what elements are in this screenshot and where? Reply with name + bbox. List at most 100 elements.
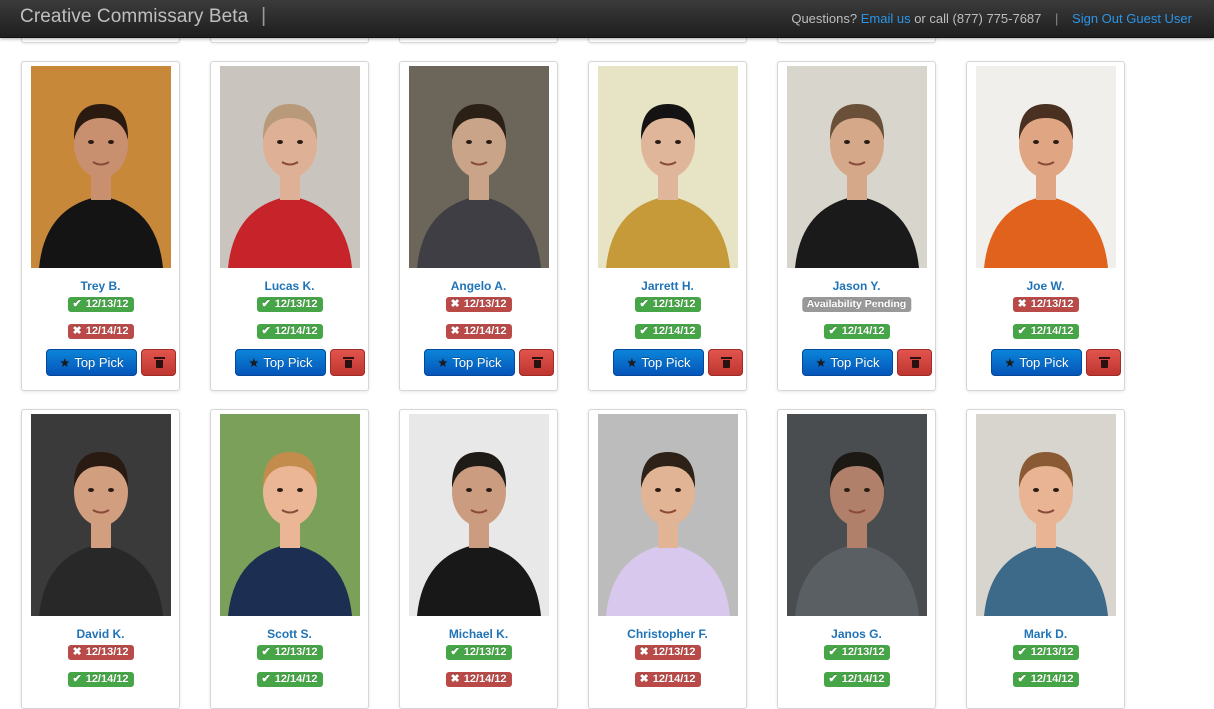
headshot-photo	[409, 414, 549, 616]
date-label: 12/13/12	[1030, 646, 1074, 658]
trash-body	[1101, 360, 1108, 368]
top-pick-button[interactable]: ★ Top Pick	[46, 349, 137, 376]
talent-name-link[interactable]: Lucas K.	[211, 279, 368, 293]
date-status-badge: ✔ 12/14/12	[823, 672, 890, 687]
date-status-badge: ✖ 12/14/12	[634, 672, 701, 687]
trash-lid	[910, 357, 921, 359]
trash-icon	[343, 357, 354, 368]
date-label: 12/13/12	[85, 646, 129, 658]
talent-card: Angelo A. ✖ 12/13/12 ✖ 12/14/12 ★ Top Pick	[399, 61, 558, 391]
top-pick-button[interactable]: ★ Top Pick	[802, 349, 893, 376]
trash-body	[345, 360, 352, 368]
delete-button[interactable]	[708, 349, 743, 376]
headshot-photo	[598, 66, 738, 268]
top-pick-button[interactable]: ★ Top Pick	[424, 349, 515, 376]
talent-name-link[interactable]: Trey B.	[22, 279, 179, 293]
talent-photo[interactable]	[409, 66, 549, 268]
date-label: 12/13/12	[274, 298, 318, 310]
talent-name-link[interactable]: David K.	[22, 627, 179, 641]
talent-name-link[interactable]: Mark D.	[967, 627, 1124, 641]
talent-name-link[interactable]: Scott S.	[211, 627, 368, 641]
date-status-badge: ✔ 12/13/12	[67, 297, 134, 312]
headshot-photo	[409, 66, 549, 268]
trash-body	[156, 360, 163, 368]
talent-photo[interactable]	[787, 414, 927, 616]
talent-name-link[interactable]: Joe W.	[967, 279, 1124, 293]
talent-photo[interactable]	[787, 66, 927, 268]
date-label: 12/13/12	[652, 646, 696, 658]
check-icon: ✔	[450, 646, 460, 658]
talent-name-link[interactable]: Janos G.	[778, 627, 935, 641]
date-status-badge: ✔ 12/13/12	[823, 645, 890, 660]
check-icon: ✔	[1017, 673, 1027, 685]
x-icon: ✖	[72, 325, 82, 337]
talent-photo[interactable]	[976, 66, 1116, 268]
talent-card: Trey B. ✔ 12/13/12 ✖ 12/14/12 ★ Top Pick	[21, 61, 180, 391]
trash-icon	[910, 357, 921, 368]
sign-out-link[interactable]: Sign Out Guest User	[1072, 11, 1192, 26]
headshot-photo	[31, 414, 171, 616]
talent-photo[interactable]	[598, 66, 738, 268]
talent-photo[interactable]	[598, 414, 738, 616]
talent-card: Jason Y. Availability Pending ✔ 12/14/12 ★ To…	[777, 61, 936, 391]
talent-photo[interactable]	[31, 66, 171, 268]
top-pick-button[interactable]: ★ Top Pick	[991, 349, 1082, 376]
talent-name-link[interactable]: Jason Y.	[778, 279, 935, 293]
date-status-badge: ✖ 12/14/12	[445, 672, 512, 687]
talent-card: Jarrett H. ✔ 12/13/12 ✔ 12/14/12 ★ Top Pick	[588, 61, 747, 391]
check-icon: ✔	[261, 298, 271, 310]
date-label: 12/14/12	[85, 325, 129, 337]
top-pick-button[interactable]: ★ Top Pick	[235, 349, 326, 376]
x-icon: ✖	[639, 673, 649, 685]
date-label: 12/14/12	[1030, 673, 1074, 685]
delete-button[interactable]	[330, 349, 365, 376]
date-label: 12/14/12	[841, 325, 885, 337]
date-status-badge: ✖ 12/13/12	[634, 645, 701, 660]
talent-card: Christopher F. ✖ 12/13/12 ✖ 12/14/12	[588, 409, 747, 709]
top-navbar: Creative Commissary Beta | Questions? Em…	[0, 0, 1214, 38]
talent-photo[interactable]	[409, 414, 549, 616]
talent-photo[interactable]	[220, 66, 360, 268]
trash-lid	[343, 357, 354, 359]
delete-button[interactable]	[141, 349, 176, 376]
date-label: 12/14/12	[463, 673, 507, 685]
top-pick-label: Top Pick	[452, 355, 502, 370]
star-icon: ★	[437, 356, 449, 370]
top-pick-label: Top Pick	[263, 355, 313, 370]
trash-body	[534, 360, 541, 368]
check-icon: ✔	[261, 325, 271, 337]
check-icon: ✔	[261, 646, 271, 658]
talent-photo[interactable]	[220, 414, 360, 616]
trash-icon	[1099, 357, 1110, 368]
date-status-badge: ✔ 12/14/12	[1012, 672, 1079, 687]
x-icon: ✖	[1017, 298, 1027, 310]
talent-name-link[interactable]: Jarrett H.	[589, 279, 746, 293]
star-icon: ★	[1004, 356, 1016, 370]
date-status-badge: ✖ 12/13/12	[67, 645, 134, 660]
brand-title[interactable]: Creative Commissary Beta	[20, 6, 248, 28]
talent-card: Joe W. ✖ 12/13/12 ✔ 12/14/12 ★ Top Pick	[966, 61, 1125, 391]
date-status-badge: ✔ 12/13/12	[445, 645, 512, 660]
talent-grid: Trey B. ✔ 12/13/12 ✖ 12/14/12 ★ Top Pick Lucas …	[0, 0, 1214, 709]
delete-button[interactable]	[897, 349, 932, 376]
trash-lid	[1099, 357, 1110, 359]
email-us-link[interactable]: Email us	[861, 11, 911, 26]
date-label: 12/14/12	[274, 673, 318, 685]
talent-photo[interactable]	[31, 414, 171, 616]
date-label: 12/13/12	[652, 298, 696, 310]
date-status-badge: ✔ 12/14/12	[256, 672, 323, 687]
talent-name-link[interactable]: Christopher F.	[589, 627, 746, 641]
delete-button[interactable]	[1086, 349, 1121, 376]
talent-name-link[interactable]: Angelo A.	[400, 279, 557, 293]
headshot-photo	[787, 66, 927, 268]
date-label: 12/13/12	[85, 298, 129, 310]
talent-photo[interactable]	[976, 414, 1116, 616]
talent-name-link[interactable]: Michael K.	[400, 627, 557, 641]
date-status-badge: ✖ 12/14/12	[67, 324, 134, 339]
delete-button[interactable]	[519, 349, 554, 376]
date-status-badge: ✔ 12/14/12	[634, 324, 701, 339]
talent-card: Janos G. ✔ 12/13/12 ✔ 12/14/12	[777, 409, 936, 709]
top-pick-button[interactable]: ★ Top Pick	[613, 349, 704, 376]
trash-body	[723, 360, 730, 368]
star-icon: ★	[59, 356, 71, 370]
